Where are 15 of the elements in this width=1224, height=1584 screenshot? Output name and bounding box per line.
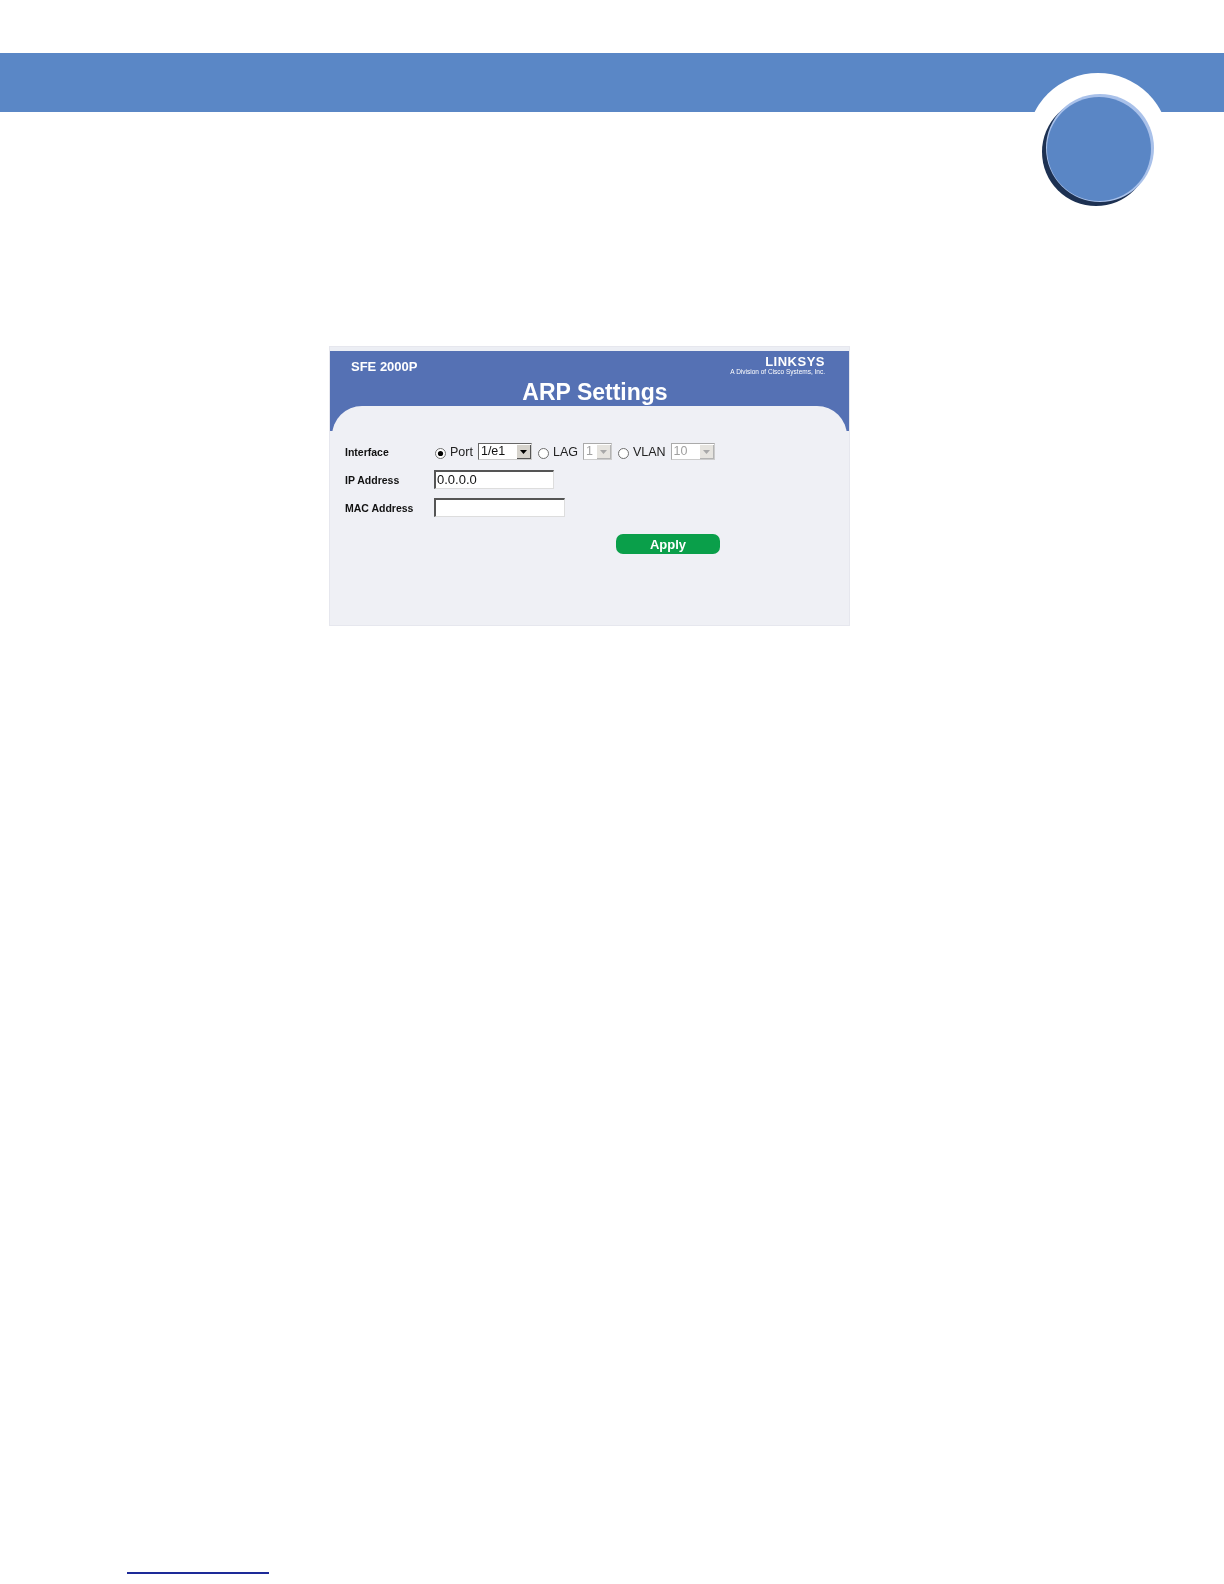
model-name: SFE 2000P xyxy=(351,358,418,374)
page-title: ARP Settings xyxy=(521,379,669,406)
radio-icon[interactable] xyxy=(435,447,446,459)
dropdown[interactable]: 1/e1 xyxy=(477,443,532,460)
field-label: MAC Address xyxy=(345,501,415,514)
radio-option[interactable]: Port xyxy=(434,444,473,459)
text-field[interactable] xyxy=(434,498,565,517)
caret-icon xyxy=(595,444,611,459)
brand-logo: LINKSYS xyxy=(765,355,825,368)
caret-icon xyxy=(698,444,714,459)
disc-icon xyxy=(1042,94,1154,206)
text-field[interactable]: 0.0.0.0 xyxy=(434,470,554,489)
field-label: Interface xyxy=(345,445,390,458)
field-label: IP Address xyxy=(345,473,401,486)
caret-icon xyxy=(515,444,531,459)
